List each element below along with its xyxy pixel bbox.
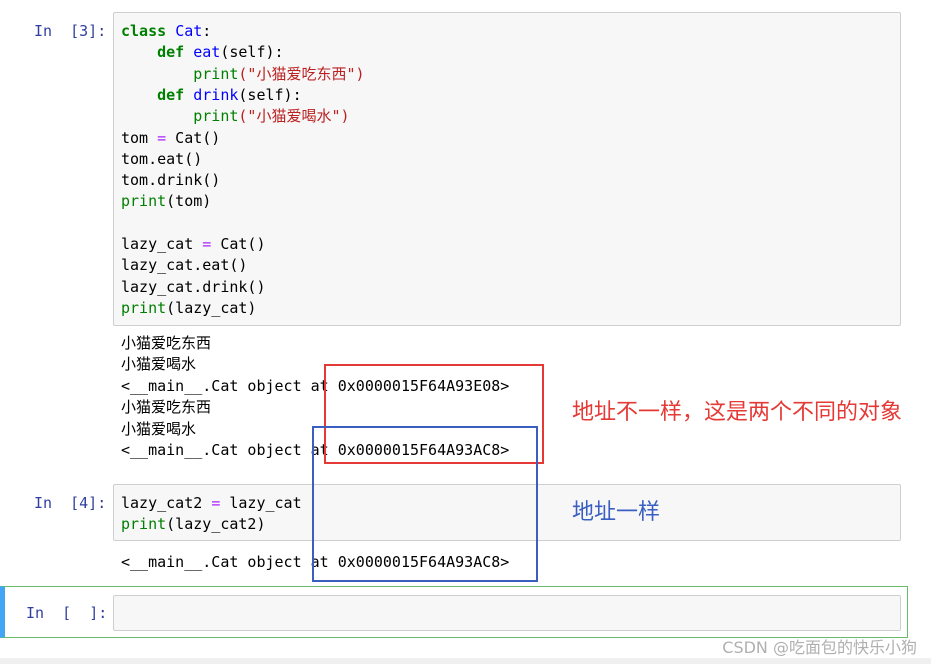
output-line: 小猫爱喝水 (121, 419, 197, 438)
code-line: lazy_cat.drink() (121, 277, 266, 296)
code-line: def eat(self): (157, 43, 284, 62)
horizontal-scrollbar[interactable] (0, 658, 931, 664)
code-line: print(lazy_cat) (121, 298, 257, 317)
output-line: 小猫爱喝水 (121, 355, 197, 374)
blue-annotation-text: 地址一样 (572, 500, 661, 525)
output-line: 小猫爱吃东西 (121, 398, 212, 417)
cell-prompt-3: In [3]: (34, 22, 107, 40)
code-line: lazy_cat.eat() (121, 256, 248, 275)
csdn-watermark: CSDN @吃面包的快乐小狗 (722, 638, 917, 657)
cell-prompt-empty: In [ ]: (26, 604, 108, 622)
code-line: tom.eat() (121, 149, 203, 168)
code-line: print("小猫爱吃东西") (193, 64, 365, 83)
code-line: tom.drink() (121, 171, 221, 190)
code-line: lazy_cat = Cat() (121, 235, 266, 253)
red-annotation-text: 地址不一样，这是两个不同的对象 (572, 400, 903, 425)
code-line: print("小猫爱喝水") (193, 107, 350, 126)
code-cell-input-empty[interactable] (113, 595, 901, 631)
output-line: 小猫爱吃东西 (121, 334, 212, 352)
code-cell-input-3[interactable]: class Cat: def eat(self): print("小猫爱吃东西"… (113, 12, 901, 326)
code-line: class Cat: (121, 22, 212, 40)
code-line: def drink(self): (157, 85, 302, 104)
code-line: print(tom) (121, 192, 212, 211)
cell-prompt-4: In [4]: (34, 494, 107, 512)
code-line: tom = Cat() (121, 128, 221, 147)
code-line: lazy_cat2 = lazy_cat (121, 494, 302, 512)
code-line: print(lazy_cat2) (121, 515, 266, 534)
blue-highlight-box (312, 426, 538, 582)
